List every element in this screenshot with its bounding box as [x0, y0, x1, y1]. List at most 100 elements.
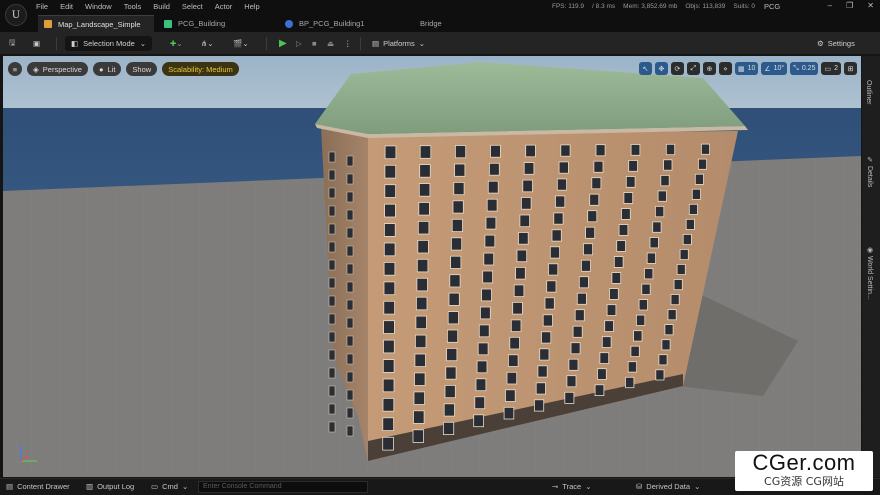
unreal-logo-icon[interactable]: U	[5, 4, 27, 26]
gear-icon: ⚙	[817, 39, 824, 48]
translate-tool-icon[interactable]: ✥	[654, 62, 668, 75]
window	[618, 224, 629, 236]
window	[328, 331, 336, 343]
viewport-left-controls: ≡ ◈ Perspective ● Lit Show Scalability: …	[8, 62, 239, 76]
window	[576, 292, 587, 305]
play-icon[interactable]: ▶	[279, 36, 287, 51]
window	[382, 436, 394, 451]
world-space-icon[interactable]: ⊕	[702, 62, 716, 75]
menu-edit[interactable]: Edit	[60, 2, 73, 11]
settings-dropdown[interactable]: ⚙ Settings	[817, 36, 855, 51]
derived-data-dropdown[interactable]: ⛁ Derived Data ⌄	[636, 482, 700, 491]
toolbar-divider	[56, 37, 57, 50]
hamburger-menu-icon[interactable]: ≡	[8, 62, 22, 76]
surface-snap-icon[interactable]: ⋄	[718, 62, 732, 75]
trace-dropdown[interactable]: ⊸ Trace ⌄	[552, 482, 592, 491]
tab-bridge[interactable]: Bridge	[414, 15, 474, 32]
menu-help[interactable]: Help	[244, 2, 259, 11]
window	[384, 145, 397, 160]
logo-glyph: U	[11, 9, 21, 21]
log-icon: ▥	[86, 482, 94, 491]
window	[416, 277, 428, 292]
details-label: Details	[866, 165, 873, 188]
camera-speed-button[interactable]: ▭ 2	[821, 62, 841, 75]
menu-tools[interactable]: Tools	[124, 2, 142, 11]
selection-mode-dropdown[interactable]: ◧ Selection Mode ⌄	[65, 36, 153, 51]
camera-speed-value: 2	[834, 65, 838, 72]
window	[474, 396, 486, 410]
world-settings-tab[interactable]: ◉ World Settin...	[865, 246, 873, 300]
cmd-dropdown[interactable]: ▭ Cmd ⌄	[151, 482, 188, 491]
window	[382, 378, 395, 393]
close-icon[interactable]: ✕	[867, 1, 874, 10]
window	[328, 277, 336, 289]
add-content-icon[interactable]: ✚⌄	[170, 36, 183, 51]
settings-label: Settings	[827, 39, 855, 48]
window	[346, 191, 354, 203]
window	[346, 155, 354, 167]
window	[477, 342, 489, 356]
show-button[interactable]: Show	[126, 62, 158, 76]
window	[450, 237, 463, 251]
grid-snap-button[interactable]: ▦ 10	[734, 62, 759, 75]
window	[383, 339, 395, 354]
stat-suits: Suits: 0	[733, 3, 756, 10]
menu-window[interactable]: Window	[85, 2, 112, 11]
window	[384, 164, 397, 179]
tab-pcg-building[interactable]: PCG_Building	[158, 15, 274, 32]
outliner-tab[interactable]: Outliner	[865, 80, 872, 105]
window	[479, 306, 491, 320]
tab-map-landscape-simple[interactable]: Map_Landscape_Simple	[38, 15, 154, 32]
tab-label: Bridge	[420, 19, 442, 28]
window	[606, 304, 617, 316]
window	[661, 339, 671, 351]
menu-build[interactable]: Build	[153, 2, 170, 11]
output-log-button[interactable]: ▥ Output Log	[86, 482, 134, 491]
show-label: Show	[132, 64, 152, 74]
more-options-icon[interactable]: ⋮	[344, 36, 352, 51]
window	[475, 378, 487, 392]
content-browser-icon[interactable]: ▣	[33, 36, 40, 51]
perspective-button[interactable]: ◈ Perspective	[27, 62, 88, 76]
window	[515, 266, 526, 280]
step-icon[interactable]: ▷	[296, 36, 302, 51]
console-input[interactable]: Enter Console Command	[198, 481, 368, 493]
details-tab[interactable]: ✎ Details	[865, 156, 873, 187]
minimize-icon[interactable]: –	[828, 1, 832, 10]
window	[382, 417, 394, 431]
window	[328, 367, 336, 379]
window	[616, 240, 626, 252]
window	[658, 354, 668, 366]
rotate-tool-icon[interactable]: ⟳	[670, 62, 684, 75]
menu-actor[interactable]: Actor	[215, 2, 233, 11]
window	[328, 295, 336, 307]
window	[641, 283, 651, 295]
main-menu: File Edit Window Tools Build Select Acto…	[36, 2, 272, 11]
content-drawer-button[interactable]: ▤ Content Drawer	[6, 482, 70, 491]
stop-icon[interactable]: ■	[312, 36, 317, 51]
scale-tool-icon[interactable]: ⤢	[686, 62, 700, 75]
cinematics-icon[interactable]: 🎬⌄	[233, 36, 249, 51]
level-viewport[interactable]: ≡ ◈ Perspective ● Lit Show Scalability: …	[3, 56, 861, 477]
platforms-dropdown[interactable]: ▤ Platforms ⌄	[372, 36, 425, 51]
eject-icon[interactable]: ⏏	[327, 36, 334, 51]
window	[593, 160, 604, 173]
title-bar: U File Edit Window Tools Build Select Ac…	[0, 0, 880, 26]
lit-button[interactable]: ● Lit	[92, 62, 122, 76]
viewport-layout-icon[interactable]: ⊞	[844, 62, 857, 75]
menu-file[interactable]: File	[36, 2, 48, 11]
blueprint-menu-icon[interactable]: ⋔⌄	[201, 36, 214, 51]
drawer-icon: ▤	[6, 482, 14, 491]
maximize-icon[interactable]: ❐	[846, 1, 853, 10]
menu-select[interactable]: Select	[182, 2, 203, 11]
window	[589, 193, 600, 206]
window	[346, 317, 354, 329]
scalability-badge[interactable]: Scalability: Medium	[162, 62, 239, 76]
grid-icon: ▦	[737, 65, 745, 73]
save-icon[interactable]: 🖫	[9, 36, 15, 51]
rotation-snap-button[interactable]: ∠ 10°	[761, 62, 788, 75]
window	[445, 366, 457, 380]
tab-bp-pcg-building1[interactable]: BP_PCG_Building1	[279, 15, 405, 32]
scale-snap-button[interactable]: ⤡ 0.25	[790, 62, 819, 75]
select-tool-icon[interactable]: ↖	[638, 62, 652, 75]
